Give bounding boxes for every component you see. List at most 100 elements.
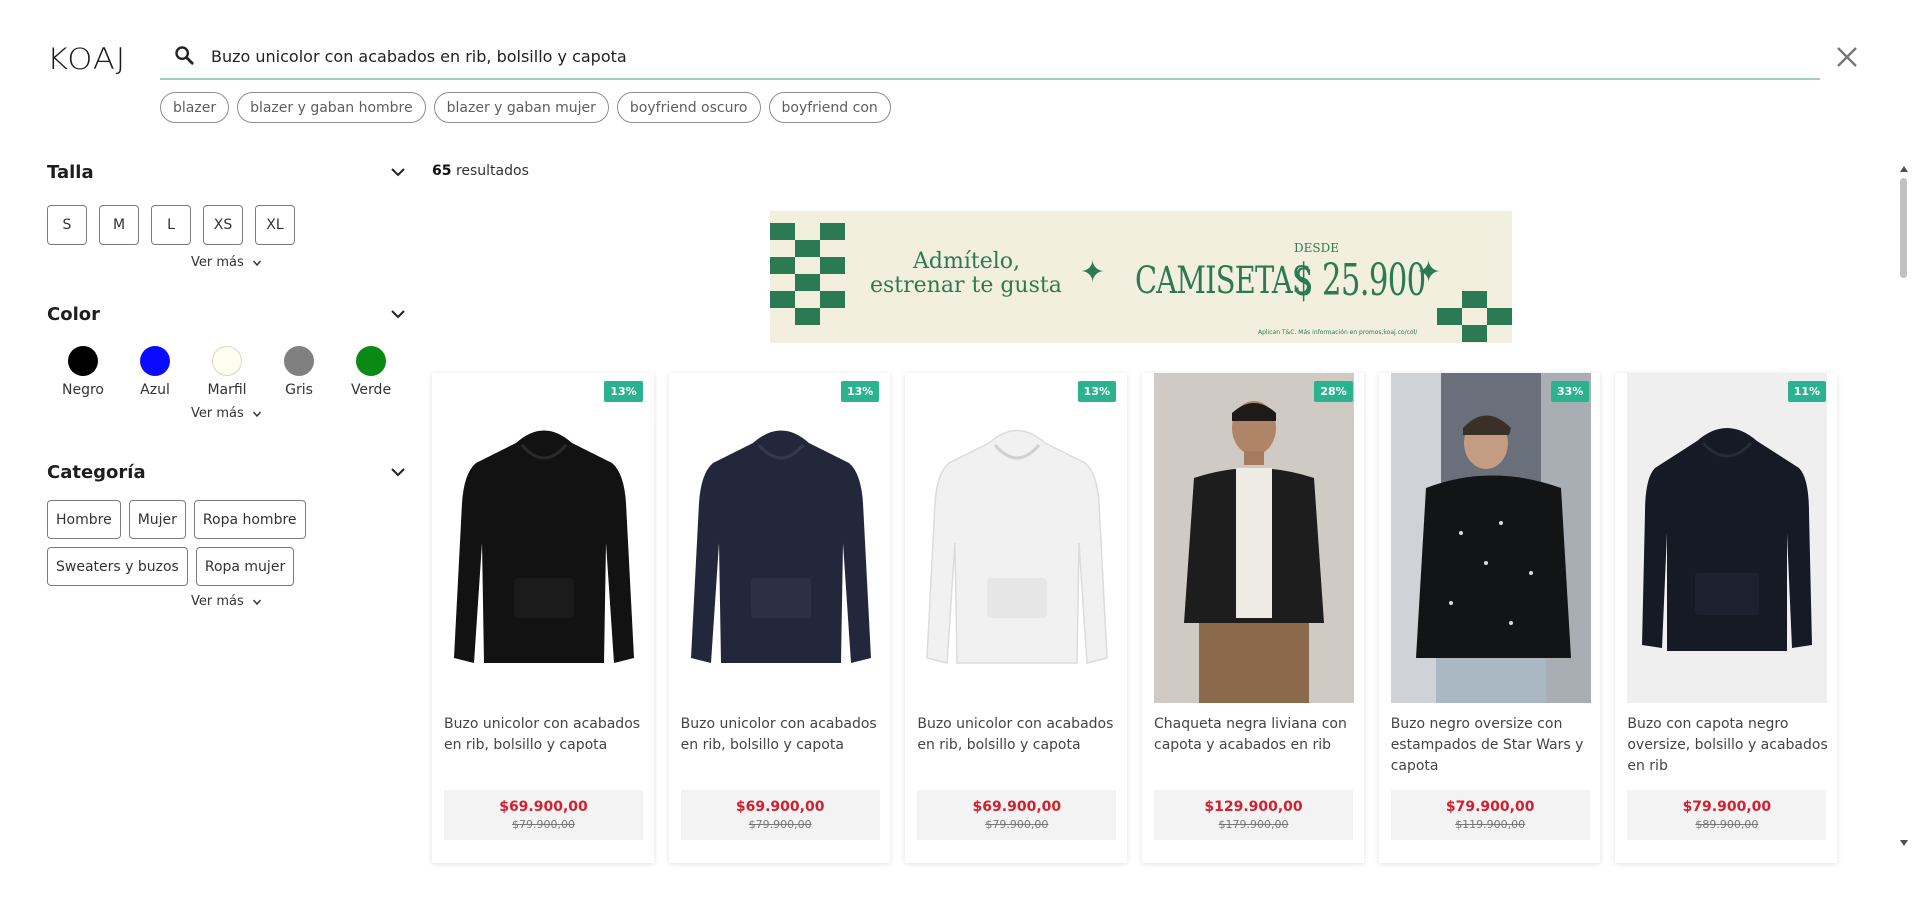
- scroll-thumb[interactable]: [1900, 178, 1907, 278]
- product-name[interactable]: Buzo con capota negro oversize, bolsillo…: [1627, 714, 1831, 777]
- color-swatch: [68, 346, 98, 376]
- size-option-xl[interactable]: XL: [255, 205, 295, 245]
- category-option-ropa-mujer[interactable]: Ropa mujer: [195, 547, 295, 586]
- discount-badge: 13%: [1077, 381, 1117, 402]
- product-name[interactable]: Chaqueta negra liviana con capota y acab…: [1154, 714, 1358, 756]
- suggestion-chip[interactable]: blazer y gaban mujer: [433, 92, 609, 123]
- original-price: $79.900,00: [512, 818, 575, 831]
- suggestion-chip[interactable]: boyfriend con: [768, 92, 891, 123]
- color-swatch: [356, 346, 386, 376]
- product-card[interactable]: 13% Buzo unicolor con acabados en rib, b…: [668, 373, 891, 863]
- color-label: Negro: [62, 382, 104, 398]
- banner-fine-print: Aplican T&C. Más información en promos.k…: [1258, 329, 1418, 336]
- size-option-m[interactable]: M: [99, 205, 139, 245]
- suggestion-chip[interactable]: boyfriend oscuro: [616, 92, 761, 123]
- sale-price: $79.900,00: [1682, 799, 1772, 815]
- facet-categoria-header[interactable]: Categoría: [47, 460, 407, 484]
- hoodie-image: [454, 430, 634, 663]
- price-box: $69.900,00 $79.900,00: [917, 790, 1117, 840]
- suggestion-chip[interactable]: blazer y gaban hombre: [237, 92, 426, 123]
- sale-price: $129.900,00: [1204, 799, 1303, 815]
- discount-badge: 28%: [1314, 381, 1353, 402]
- category-option-ropa-hombre[interactable]: Ropa hombre: [193, 500, 306, 539]
- model-photo: [1390, 373, 1591, 703]
- facet-color-header[interactable]: Color: [47, 302, 407, 326]
- color-label: Gris: [285, 382, 313, 398]
- chevron-down-icon[interactable]: [389, 163, 407, 181]
- product-name[interactable]: Buzo unicolor con acabados en rib, bolsi…: [444, 714, 648, 756]
- product-name[interactable]: Buzo negro oversize con estampados de St…: [1391, 714, 1595, 777]
- chevron-down-icon[interactable]: [389, 305, 407, 323]
- banner-pattern: [1437, 308, 1462, 325]
- product-card[interactable]: 33% Buzo negro oversize con estampados d…: [1378, 373, 1601, 863]
- product-name[interactable]: Buzo unicolor con acabados en rib, bolsi…: [917, 714, 1121, 756]
- facet-talla-header[interactable]: Talla: [47, 160, 407, 184]
- price-box: $69.900,00 $79.900,00: [680, 790, 880, 840]
- product-image[interactable]: [1154, 373, 1355, 703]
- close-icon[interactable]: [1834, 44, 1860, 70]
- color-option-negro[interactable]: Negro: [47, 346, 119, 398]
- color-options: Negro Azul Marfil Gris Verde: [47, 346, 407, 398]
- search-input[interactable]: [211, 42, 1811, 70]
- banner-pattern: [1462, 325, 1487, 342]
- product-card[interactable]: 13% Buzo unicolor con acabados en rib, b…: [905, 373, 1128, 863]
- banner-pattern: [795, 274, 820, 291]
- product-card[interactable]: 13% Buzo unicolor con acabados en rib, b…: [432, 373, 654, 863]
- banner-pattern: [820, 257, 845, 274]
- chevron-down-icon[interactable]: [389, 463, 407, 481]
- color-swatch: [140, 346, 170, 376]
- color-option-marfil[interactable]: Marfil: [191, 346, 263, 398]
- facet-color: Color Negro Azul Marfil Gris Verde Ver m…: [47, 302, 407, 421]
- banner-line2: estrenar te gusta: [870, 273, 1062, 298]
- ver-mas-talla-button[interactable]: Ver más: [191, 255, 262, 270]
- size-option-l[interactable]: L: [151, 205, 191, 245]
- banner-price: $ 25.900: [1294, 255, 1426, 306]
- color-swatch: [284, 346, 314, 376]
- banner-pattern: [770, 223, 795, 240]
- result-count-label: resultados: [455, 163, 529, 179]
- category-option-hombre[interactable]: Hombre: [47, 500, 121, 539]
- product-image[interactable]: [917, 373, 1118, 703]
- facet-categoria: Categoría Hombre Mujer Ropa hombre Sweat…: [47, 460, 407, 609]
- product-image[interactable]: [1390, 373, 1591, 703]
- size-option-s[interactable]: S: [47, 205, 87, 245]
- banner-pattern: [1487, 308, 1512, 325]
- color-option-verde[interactable]: Verde: [335, 346, 407, 398]
- product-grid: 13% Buzo unicolor con acabados en rib, b…: [432, 373, 1852, 863]
- discount-badge: 13%: [604, 381, 643, 402]
- color-swatch: [212, 346, 242, 376]
- product-image[interactable]: [1627, 373, 1828, 703]
- scroll-up-arrow-icon[interactable]: [1898, 164, 1910, 174]
- color-label: Azul: [140, 382, 170, 398]
- suggestion-chip[interactable]: blazer: [160, 92, 230, 123]
- product-image[interactable]: [680, 373, 881, 703]
- chevron-down-icon: [252, 411, 261, 417]
- product-card[interactable]: 11% Buzo con capota negro oversize, bols…: [1615, 373, 1838, 863]
- search-underline: [160, 78, 1820, 80]
- ver-mas-label: Ver más: [191, 406, 244, 421]
- price-box: $79.900,00 $119.900,00: [1390, 790, 1590, 840]
- ver-mas-categoria-button[interactable]: Ver más: [191, 594, 262, 609]
- ver-mas-color-button[interactable]: Ver más: [191, 406, 262, 421]
- product-card[interactable]: 28% Chaqueta negra liviana con capota y …: [1142, 373, 1364, 863]
- original-price: $119.900,00: [1455, 818, 1526, 831]
- hoodie-image: [690, 430, 871, 663]
- brand-logo[interactable]: KOAJ: [47, 42, 126, 77]
- facet-title: Color: [47, 303, 100, 325]
- search-icon[interactable]: [173, 44, 195, 66]
- promo-banner[interactable]: Admítelo, estrenar te gusta ✦ CAMISETAS …: [770, 211, 1512, 343]
- sale-price: $69.900,00: [735, 799, 825, 815]
- product-name[interactable]: Buzo unicolor con acabados en rib, bolsi…: [681, 714, 885, 756]
- ver-mas-label: Ver más: [191, 594, 244, 609]
- product-image[interactable]: [444, 373, 644, 703]
- facet-talla: Talla S M L XS XL Ver más: [47, 160, 407, 270]
- color-option-azul[interactable]: Azul: [119, 346, 191, 398]
- category-option-mujer[interactable]: Mujer: [128, 500, 186, 539]
- category-options-row: Hombre Mujer Ropa hombre: [47, 500, 407, 539]
- color-option-gris[interactable]: Gris: [263, 346, 335, 398]
- size-option-xs[interactable]: XS: [203, 205, 243, 245]
- size-options: S M L XS XL: [47, 205, 407, 245]
- banner-pattern: [1462, 291, 1487, 308]
- category-option-sweaters-y-buzos[interactable]: Sweaters y buzos: [47, 547, 188, 586]
- scroll-down-arrow-icon[interactable]: [1898, 838, 1910, 848]
